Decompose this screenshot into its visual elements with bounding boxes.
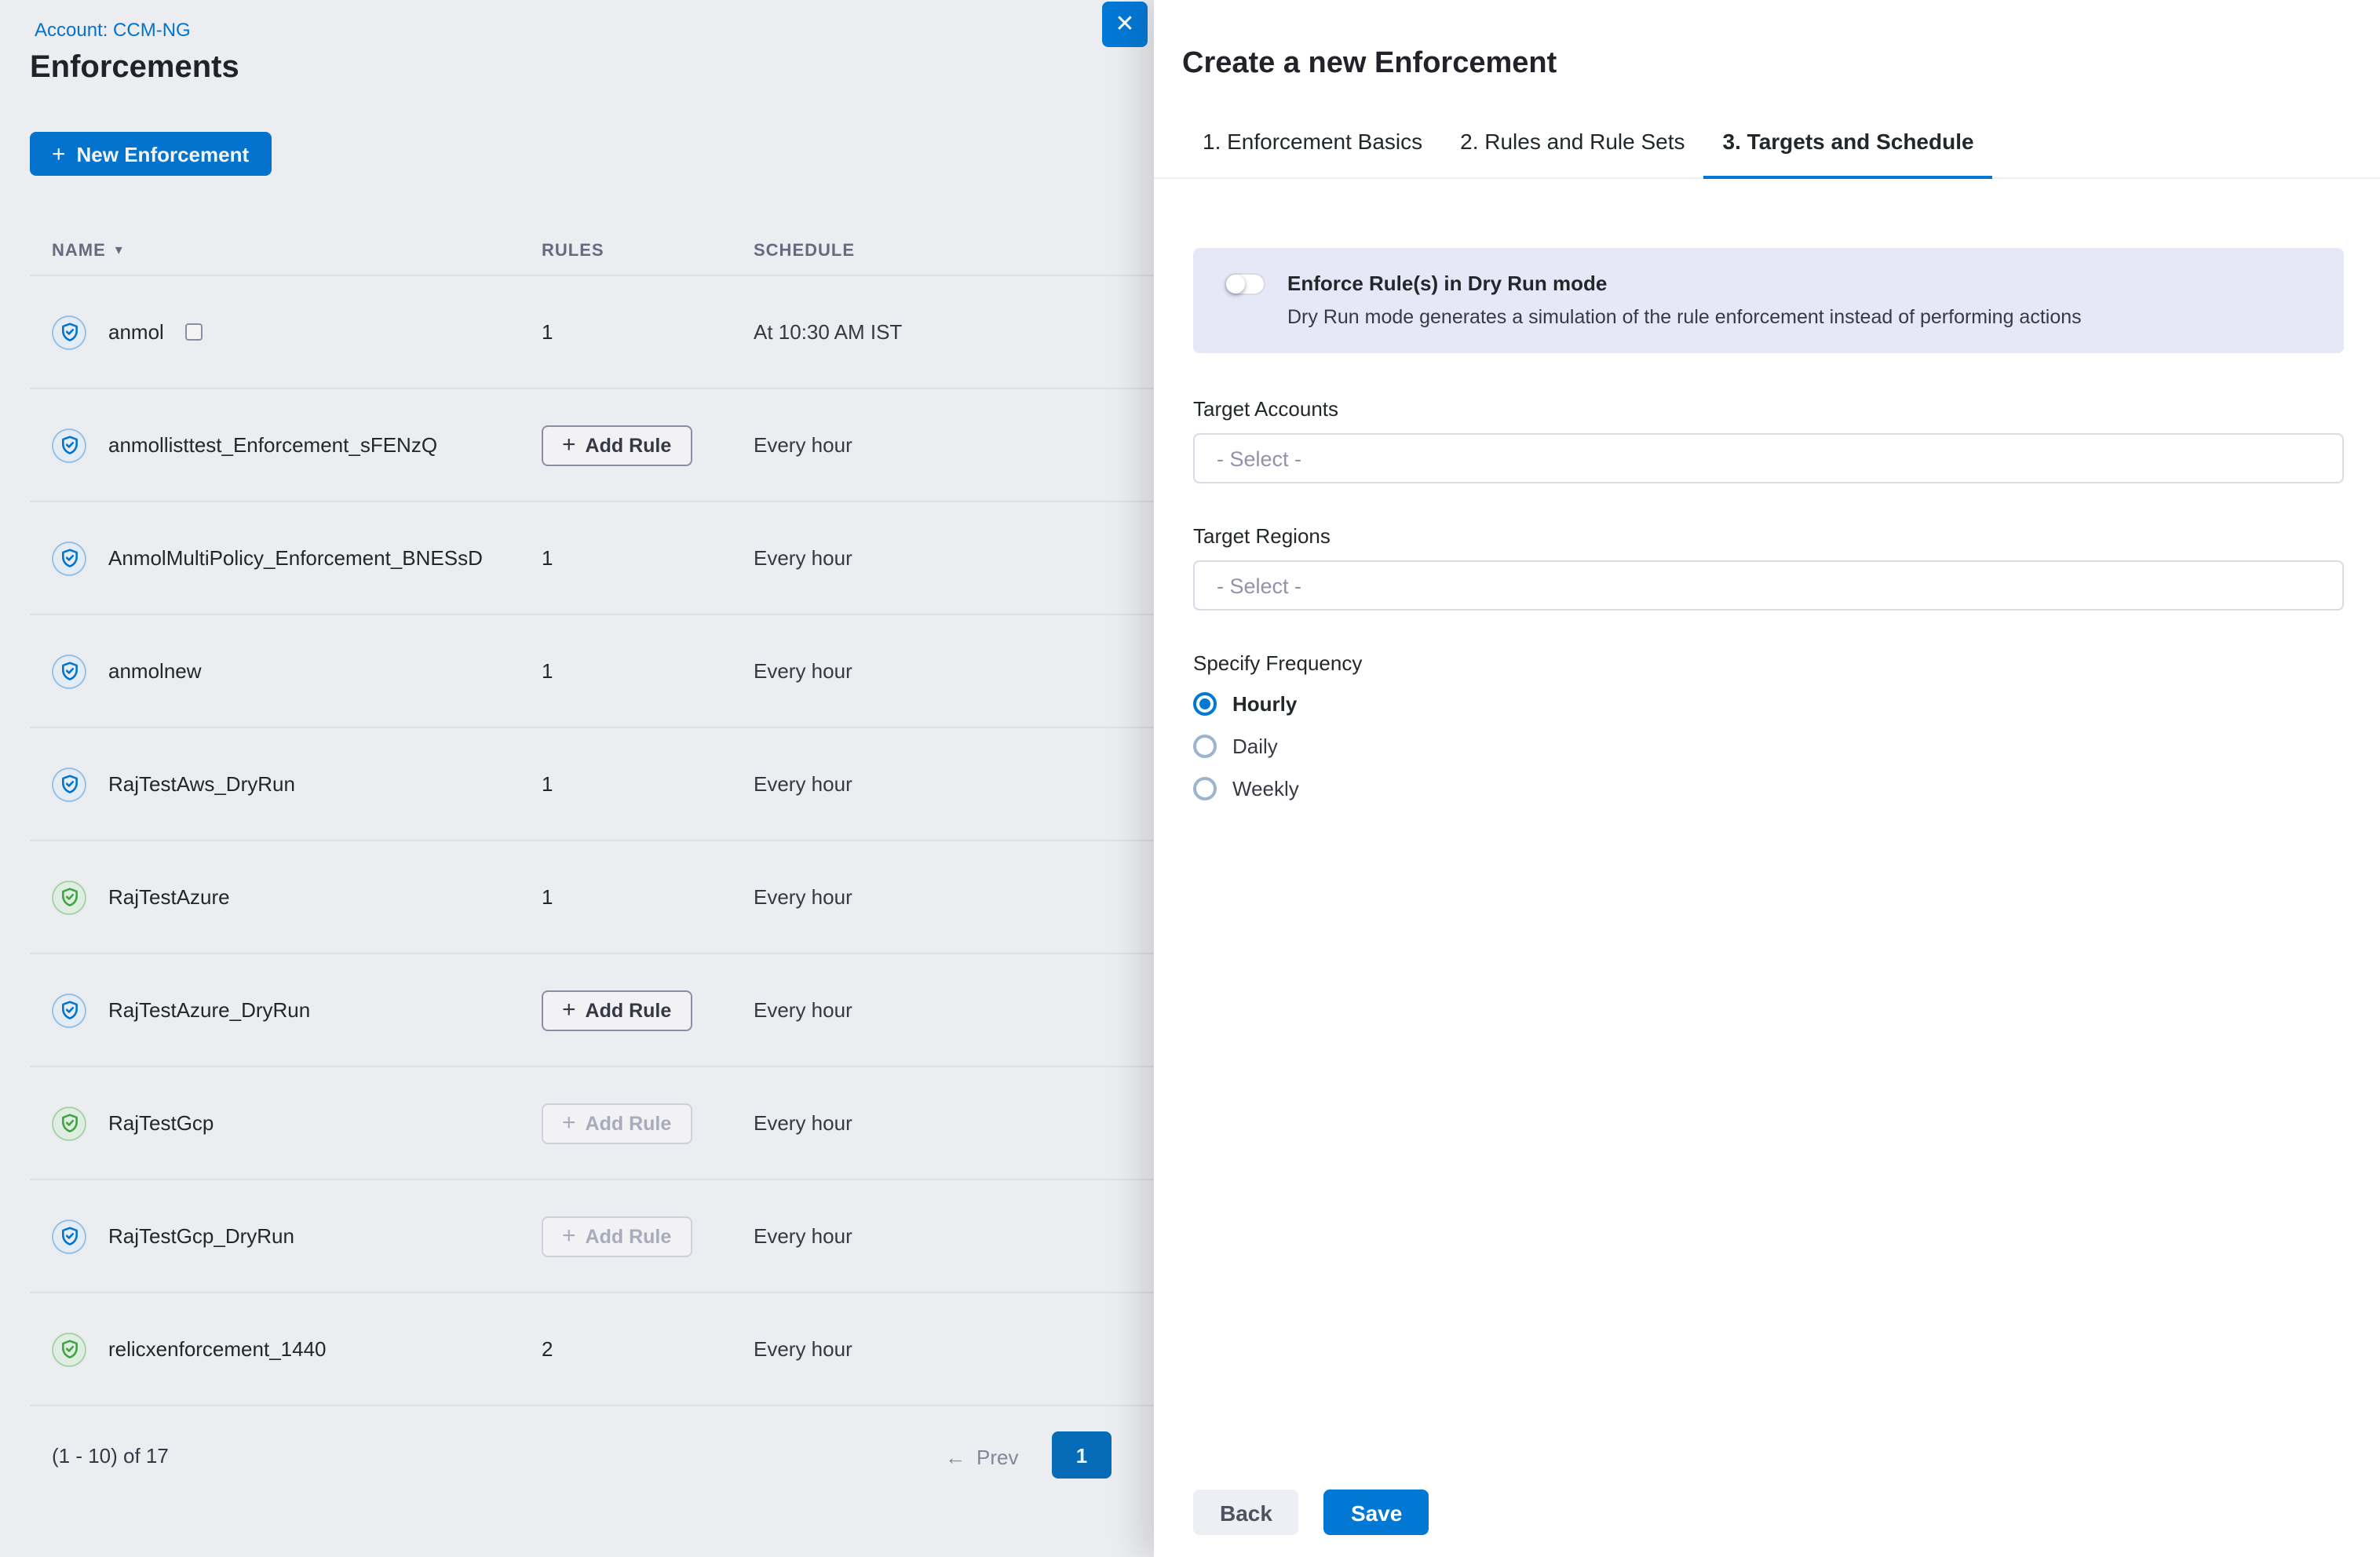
dry-run-banner: Enforce Rule(s) in Dry Run mode Dry Run …: [1193, 248, 2344, 353]
app-viewport: Account: CCM-NG Enforcements + New Enfor…: [0, 0, 2380, 1557]
drawer-title: Create a new Enforcement: [1182, 47, 2341, 82]
target-accounts-label: Target Accounts: [1193, 397, 2344, 421]
tab-enforcement-basics[interactable]: 1. Enforcement Basics: [1184, 129, 1441, 179]
target-accounts-select[interactable]: - Select -: [1193, 433, 2344, 483]
dry-run-toggle[interactable]: [1225, 273, 1265, 295]
radio-icon: [1193, 735, 1217, 758]
frequency-option-weekly[interactable]: Weekly: [1193, 777, 2344, 800]
dry-run-title: Enforce Rule(s) in Dry Run mode: [1287, 272, 2082, 295]
radio-icon: [1193, 692, 1217, 716]
save-button[interactable]: Save: [1324, 1490, 1429, 1535]
drawer-tabs: 1. Enforcement Basics 2. Rules and Rule …: [1154, 129, 2380, 179]
frequency-option-hourly[interactable]: Hourly: [1193, 692, 2344, 716]
dry-run-description: Dry Run mode generates a simulation of t…: [1287, 306, 2082, 328]
radio-icon: [1193, 777, 1217, 800]
back-button[interactable]: Back: [1193, 1490, 1299, 1535]
toggle-knob: [1226, 275, 1245, 294]
close-icon: ✕: [1115, 11, 1134, 38]
specify-frequency-label: Specify Frequency: [1193, 651, 2344, 675]
create-enforcement-drawer: Create a new Enforcement 1. Enforcement …: [1154, 0, 2380, 1557]
tab-targets-and-schedule[interactable]: 3. Targets and Schedule: [1704, 129, 1993, 179]
drawer-body: Enforce Rule(s) in Dry Run mode Dry Run …: [1154, 179, 2380, 1490]
target-regions-select[interactable]: - Select -: [1193, 560, 2344, 611]
drawer-footer: Back Save: [1154, 1490, 2380, 1557]
tab-rules-and-rule-sets[interactable]: 2. Rules and Rule Sets: [1441, 129, 1703, 179]
drawer-close-button[interactable]: ✕: [1102, 2, 1148, 47]
frequency-option-daily[interactable]: Daily: [1193, 735, 2344, 758]
target-regions-label: Target Regions: [1193, 524, 2344, 548]
